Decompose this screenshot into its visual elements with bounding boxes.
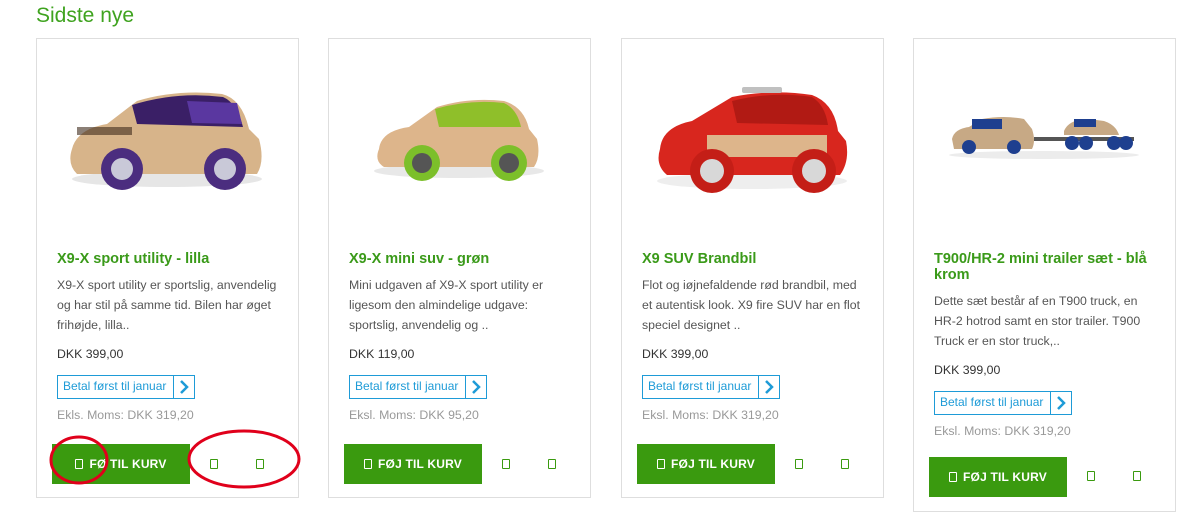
pay-later-button[interactable]: Betal først til januar xyxy=(642,375,780,399)
chevron-right-icon xyxy=(173,376,194,398)
cart-icon xyxy=(657,459,666,469)
price-ex-vat: Eksl. Moms: DKK 319,20 xyxy=(934,424,1071,438)
add-to-cart-label: FØ TIL KURV xyxy=(89,457,167,471)
add-to-cart-button[interactable]: FØJ TIL KURV xyxy=(637,444,775,484)
product-description: Flot og iøjnefaldende rød brandbil, med … xyxy=(642,278,861,332)
wishlist-icon[interactable] xyxy=(210,459,218,469)
pay-later-label: Betal først til januar xyxy=(355,379,459,393)
product-title[interactable]: X9 SUV Brandbil xyxy=(642,251,870,267)
price-ex-vat: Eksl. Moms: DKK 95,20 xyxy=(349,408,479,422)
product-description: Mini udgaven af X9-X sport utility er li… xyxy=(349,278,544,332)
product-price: DKK 119,00 xyxy=(349,347,415,361)
add-to-cart-button[interactable]: FØJ TIL KURV xyxy=(929,457,1067,497)
cart-icon xyxy=(364,459,373,469)
pay-later-label: Betal først til januar xyxy=(63,379,167,393)
price-ex-vat: Ekls. Moms: DKK 319,20 xyxy=(57,408,194,422)
product-price: DKK 399,00 xyxy=(642,347,709,361)
add-to-cart-label: FØJ TIL KURV xyxy=(963,470,1047,484)
product-card: X9 SUV Brandbil Flot og iøjnefaldende rø… xyxy=(621,38,884,498)
product-image[interactable] xyxy=(914,39,1175,234)
wishlist-icon[interactable] xyxy=(502,459,510,469)
compare-icon[interactable] xyxy=(548,459,556,469)
add-to-cart-button[interactable]: FØJ TIL KURV xyxy=(344,444,482,484)
chevron-right-icon xyxy=(1050,392,1071,414)
wishlist-icon[interactable] xyxy=(795,459,803,469)
add-to-cart-label: FØJ TIL KURV xyxy=(378,457,462,471)
cart-icon xyxy=(949,472,958,482)
pay-later-button[interactable]: Betal først til januar xyxy=(349,375,487,399)
add-to-cart-button[interactable]: FØ TIL KURV xyxy=(52,444,190,484)
product-title[interactable]: X9-X sport utility - lilla xyxy=(57,251,285,267)
compare-icon[interactable] xyxy=(256,459,264,469)
chevron-right-icon xyxy=(465,376,486,398)
product-description: X9-X sport utility er sportslig, anvende… xyxy=(57,278,277,332)
pay-later-label: Betal først til januar xyxy=(648,379,752,393)
pay-later-label: Betal først til januar xyxy=(940,395,1044,409)
price-ex-vat: Eksl. Moms: DKK 319,20 xyxy=(642,408,779,422)
product-price: DKK 399,00 xyxy=(934,363,1001,377)
product-title[interactable]: T900/HR-2 mini trailer sæt - blå krom xyxy=(934,251,1162,283)
add-to-cart-label: FØJ TIL KURV xyxy=(671,457,755,471)
pay-later-button[interactable]: Betal først til januar xyxy=(57,375,195,399)
product-card: T900/HR-2 mini trailer sæt - blå krom De… xyxy=(913,38,1176,512)
product-card: X9-X sport utility - lilla X9-X sport ut… xyxy=(36,38,299,498)
pay-later-button[interactable]: Betal først til januar xyxy=(934,391,1072,415)
section-title: Sidste nye xyxy=(36,4,135,27)
product-image[interactable] xyxy=(37,39,298,234)
product-image[interactable] xyxy=(329,39,590,234)
product-title[interactable]: X9-X mini suv - grøn xyxy=(349,251,577,267)
cart-icon xyxy=(75,459,84,469)
product-image[interactable] xyxy=(622,39,883,234)
product-description: Dette sæt består af en T900 truck, en HR… xyxy=(934,294,1141,348)
chevron-right-icon xyxy=(758,376,779,398)
wishlist-icon[interactable] xyxy=(1087,471,1095,481)
compare-icon[interactable] xyxy=(841,459,849,469)
compare-icon[interactable] xyxy=(1133,471,1141,481)
product-price: DKK 399,00 xyxy=(57,347,124,361)
product-card: X9-X mini suv - grøn Mini udgaven af X9-… xyxy=(328,38,591,498)
